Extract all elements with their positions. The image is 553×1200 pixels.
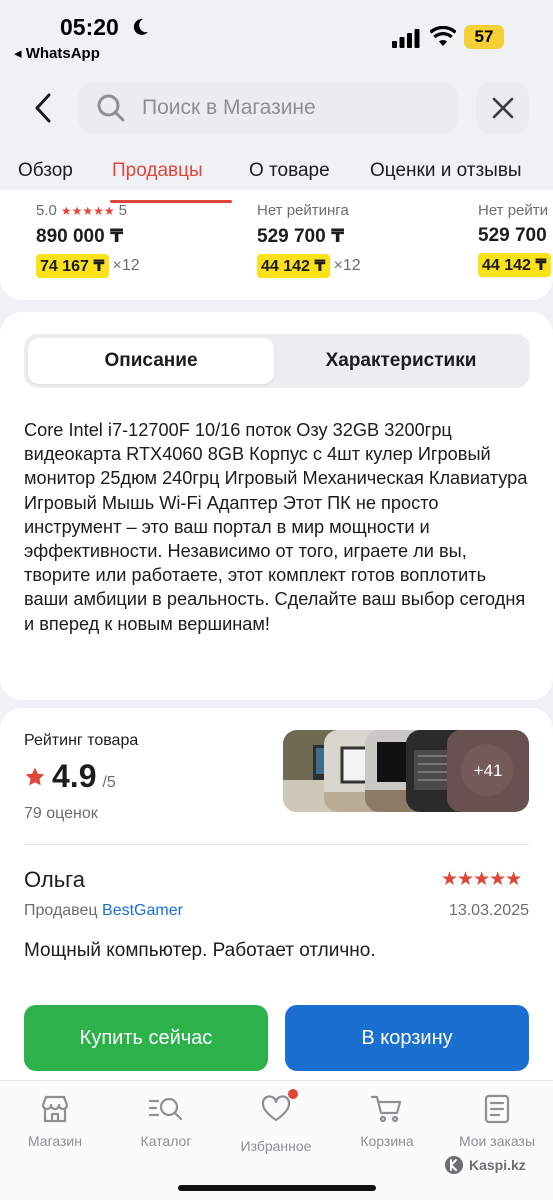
sellers-carousel[interactable]: 5.0 ★★★★★ 5 890 000 ₸ 74 167 ₸ ×12 Нет р…: [0, 190, 553, 300]
tab-overview[interactable]: Обзор: [18, 160, 73, 182]
nav-item-favorites[interactable]: Избранное: [226, 1089, 326, 1154]
nav-label: Корзина: [360, 1133, 414, 1149]
nav-label: Каталог: [140, 1133, 192, 1149]
tab-about-product[interactable]: О товаре: [249, 160, 330, 182]
seller-card[interactable]: Нет рейтинга 529 700 ₸ 44 142 ₸ ×12: [257, 202, 361, 278]
review-date: 13.03.2025: [448, 902, 529, 919]
description-segmented-control: Описание Характеристики: [24, 334, 530, 388]
seller-stars: ★★★★★: [60, 203, 115, 218]
seller-card[interactable]: 5.0 ★★★★★ 5 890 000 ₸ 74 167 ₸ ×12: [36, 202, 140, 278]
review-photo-more[interactable]: +41: [447, 730, 529, 812]
installment-amount: 44 142 ₸: [478, 253, 551, 277]
review-author: Ольга: [24, 867, 85, 892]
notification-dot: [288, 1089, 298, 1099]
installment-months: ×12: [112, 257, 140, 274]
back-to-app-link[interactable]: ◂ WhatsApp: [14, 44, 100, 62]
nav-item-orders[interactable]: Мои заказы: [447, 1093, 547, 1149]
battery-indicator: 57: [464, 25, 504, 49]
seller-rating-count: 5: [118, 202, 127, 219]
nav-item-shop[interactable]: Магазин: [5, 1093, 105, 1149]
cart-icon: [370, 1095, 402, 1123]
catalog-search-icon: [148, 1097, 183, 1121]
seller-card[interactable]: Нет рейти 529 700 44 142 ₸: [478, 202, 551, 277]
rating-count: 79 оценок: [24, 805, 98, 822]
tab-sellers[interactable]: Продавцы: [112, 160, 203, 182]
review-seller-link[interactable]: BestGamer: [102, 902, 183, 919]
bottom-navigation: Магазин Каталог Избранное Корзина Мои за…: [0, 1080, 553, 1200]
search-placeholder: Поиск в Магазине: [142, 96, 316, 119]
product-rating-score: 4.9 /5: [24, 758, 116, 795]
wifi-icon: [430, 26, 456, 46]
star-icon: [25, 767, 45, 785]
seller-rating-value: 5.0: [36, 202, 57, 219]
seller-rating-value: Нет рейтинга: [257, 202, 349, 219]
description-card: Описание Характеристики Core Intel i7-12…: [0, 312, 553, 700]
installment-amount: 44 142 ₸: [257, 254, 330, 278]
review-stars: ★★★★★: [441, 869, 522, 890]
search-input[interactable]: Поиск в Магазине: [78, 82, 458, 134]
nav-item-catalog[interactable]: Каталог: [116, 1093, 216, 1149]
buy-now-button[interactable]: Купить сейчас: [24, 1005, 268, 1071]
seller-price: 529 700: [478, 225, 547, 246]
seller-price: 529 700 ₸: [257, 226, 345, 247]
favorites-icon-wrap: [260, 1089, 298, 1130]
status-time: 05:20: [60, 14, 119, 40]
review-photos[interactable]: +41: [283, 730, 529, 812]
seller-rating-value: Нет рейти: [478, 202, 549, 219]
moon-icon: [133, 18, 148, 35]
orders-icon: [484, 1094, 510, 1124]
nav-label: Мои заказы: [458, 1133, 536, 1149]
seller-rating: Нет рейти: [478, 202, 551, 219]
watermark-text: Kaspi.kz: [469, 1157, 526, 1173]
rating-scale: /5: [102, 774, 116, 791]
review-text: Мощный компьютер. Работает отлично.: [24, 940, 376, 961]
seller-price: 890 000 ₸: [36, 226, 124, 247]
review-seller: Продавец BestGamer: [24, 902, 183, 920]
tab-active-indicator: [110, 200, 232, 203]
installment-amount: 74 167 ₸: [36, 254, 109, 278]
segment-specifications[interactable]: Характеристики: [278, 338, 524, 384]
chevron-left-icon: [35, 93, 51, 123]
close-icon: [492, 97, 513, 119]
seller-installment: 44 142 ₸: [478, 253, 551, 277]
kaspi-watermark: Kaspi.kz: [444, 1155, 526, 1175]
seller-installment: 44 142 ₸ ×12: [257, 254, 361, 278]
seller-rating: Нет рейтинга: [257, 202, 361, 219]
product-description-text: Core Intel i7-12700F 10/16 поток Озу 32G…: [24, 420, 528, 634]
nav-label: Избранное: [240, 1138, 312, 1154]
tab-ratings-reviews[interactable]: Оценки и отзывы: [370, 160, 522, 182]
home-indicator[interactable]: [178, 1185, 376, 1191]
add-to-cart-button[interactable]: В корзину: [285, 1005, 529, 1071]
rating-value: 4.9: [52, 758, 97, 794]
installment-months: ×12: [333, 257, 361, 274]
nav-label: Магазин: [27, 1133, 82, 1149]
product-rating-label: Рейтинг товара: [24, 732, 139, 749]
search-icon: [97, 94, 125, 122]
signal-icon: [392, 29, 420, 48]
segment-description[interactable]: Описание: [28, 338, 274, 384]
shop-icon: [41, 1095, 69, 1123]
nav-item-cart[interactable]: Корзина: [337, 1093, 437, 1149]
review-seller-prefix: Продавец: [24, 902, 98, 919]
back-button[interactable]: [26, 88, 60, 128]
kaspi-logo-icon: [445, 1156, 463, 1174]
divider: [24, 844, 529, 845]
close-button[interactable]: [476, 82, 529, 134]
heart-icon: [261, 1095, 291, 1122]
seller-rating: 5.0 ★★★★★ 5: [36, 202, 140, 219]
seller-installment: 74 167 ₸ ×12: [36, 254, 140, 278]
more-photos-count: +41: [447, 730, 529, 812]
